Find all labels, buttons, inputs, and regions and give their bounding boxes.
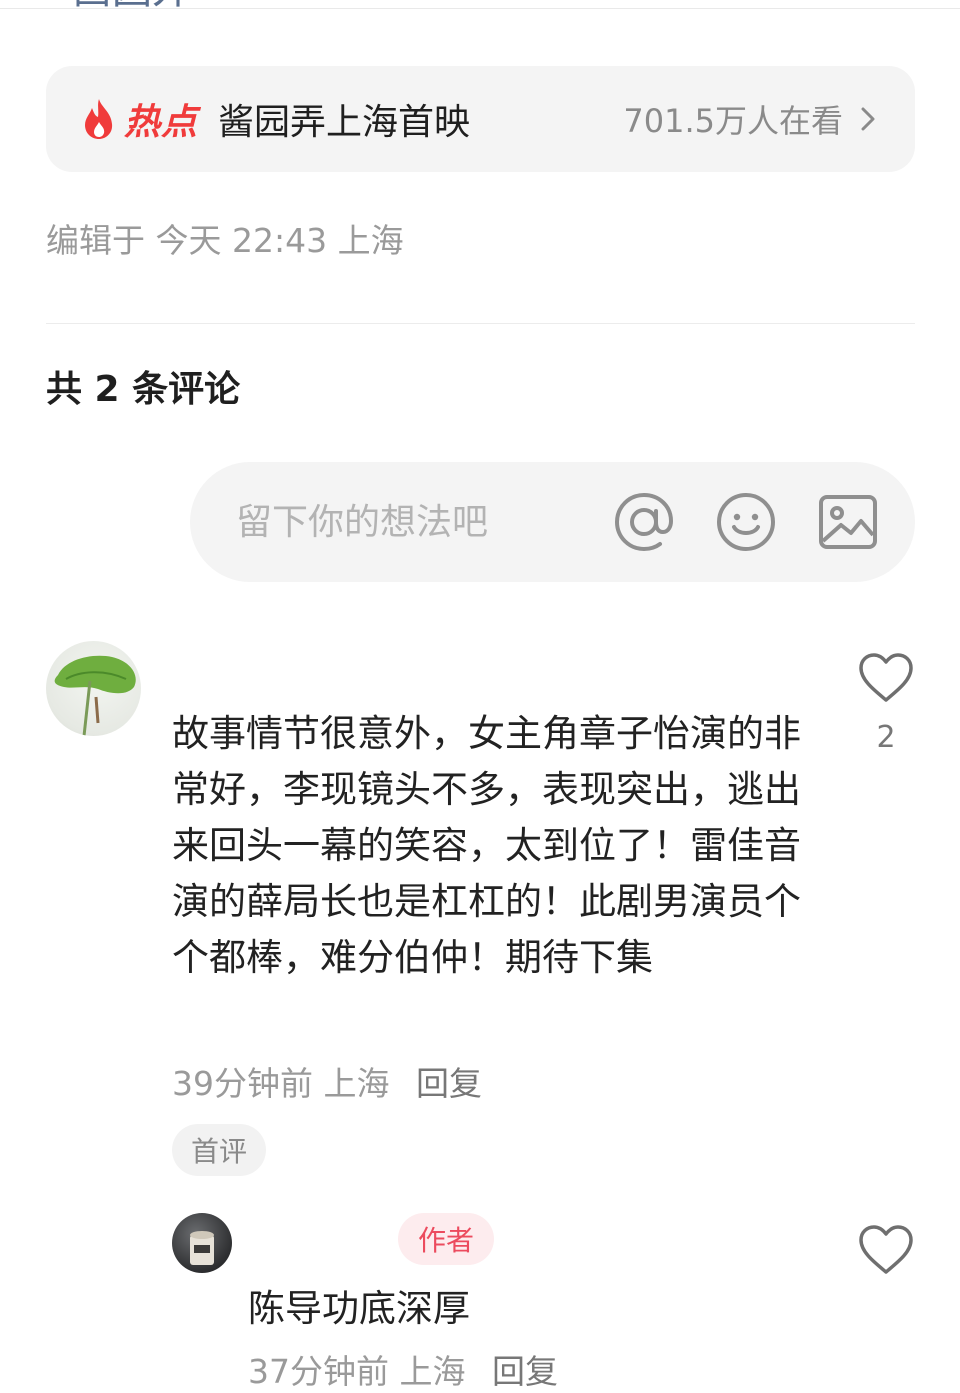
author-badge: 作者 <box>398 1213 494 1265</box>
chevron-right-icon <box>857 104 879 134</box>
avatar[interactable] <box>46 641 141 736</box>
first-comment-badge: 首评 <box>172 1124 266 1176</box>
like-count: 2 <box>876 720 896 755</box>
like-button[interactable]: 2 <box>856 652 916 755</box>
comment-location: 上海 <box>323 1064 390 1103</box>
reply-meta: 37分钟前 上海 回复 <box>248 1345 558 1393</box>
avatar[interactable] <box>172 1213 232 1273</box>
smile-icon[interactable] <box>715 491 777 553</box>
edit-meta: 编辑于 今天 22:43 上海 <box>46 221 404 260</box>
comment-text: 故事情节很意外，女主角章子怡演的非常好，李现镜头不多，表现突出，逃出来回头一幕的… <box>172 712 801 979</box>
reply-button[interactable]: 回复 <box>492 1352 558 1391</box>
hot-topic-card[interactable]: 热点 酱园弄上海首映 701.5万人在看 <box>46 66 915 172</box>
reply-location: 上海 <box>399 1352 466 1391</box>
watch-count-group: 701.5万人在看 <box>623 96 879 142</box>
divider <box>46 323 915 324</box>
heart-icon <box>859 1225 913 1274</box>
reply-time: 37分钟前 <box>248 1352 389 1391</box>
hot-topic-title: 酱园弄上海首映 <box>218 102 471 143</box>
image-icon[interactable] <box>817 491 879 553</box>
watch-count: 701.5万人在看 <box>623 102 843 140</box>
comment-input-bar[interactable] <box>190 462 915 582</box>
reply-text: 陈导功底深厚 <box>248 1287 470 1330</box>
flame-icon <box>82 98 116 140</box>
reply-button[interactable]: 回复 <box>416 1064 482 1103</box>
top-cutoff-area: 西园外 <box>0 0 960 10</box>
hot-label: 热点 <box>124 101 199 142</box>
like-button[interactable] <box>856 1224 916 1280</box>
cut-off-text: 西园外 <box>72 0 192 10</box>
comments-count: 共 2 条评论 <box>46 369 241 410</box>
comment-time: 39分钟前 <box>172 1064 313 1103</box>
comment-input[interactable] <box>234 500 573 544</box>
at-icon[interactable] <box>613 491 675 553</box>
comment-meta: 39分钟前 上海 回复 <box>172 1057 482 1105</box>
heart-icon <box>859 653 913 702</box>
